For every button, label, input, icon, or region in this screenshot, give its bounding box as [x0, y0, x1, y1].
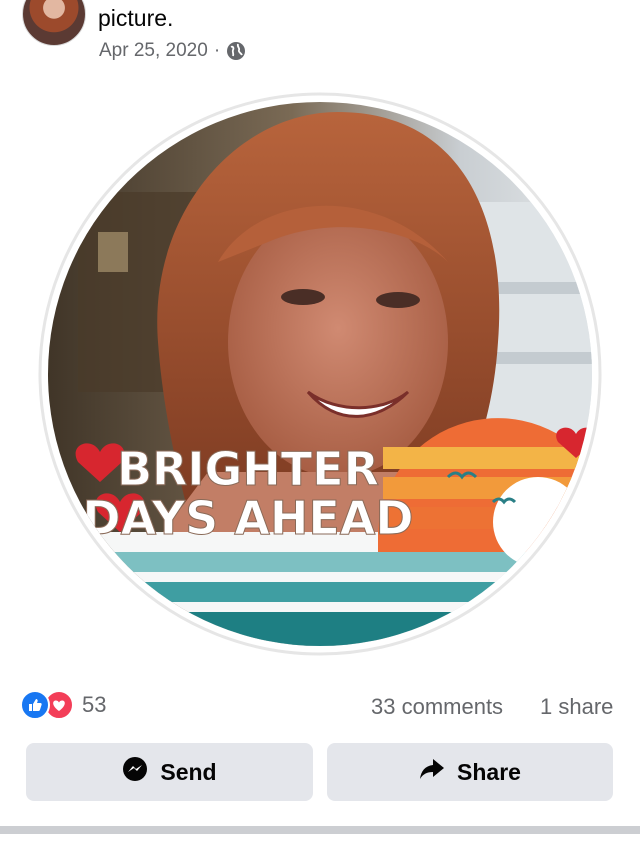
reactions-summary[interactable]: 53 [20, 690, 106, 720]
share-arrow-icon [419, 757, 445, 787]
share-label: Share [457, 758, 521, 785]
share-button[interactable]: Share [327, 743, 613, 801]
profile-picture-frame[interactable]: BRIGHTER DAYS AHEAD [38, 92, 602, 656]
frame-text-line1: BRIGHTER [117, 442, 379, 496]
meta-separator: · [213, 40, 221, 61]
photo-graphic: BRIGHTER DAYS AHEAD [38, 92, 602, 656]
post-date[interactable]: Apr 25, 2020 [99, 40, 208, 62]
comments-count-link[interactable]: 33 comments [371, 694, 503, 720]
like-icon [20, 690, 50, 720]
post-stats: 53 33 comments 1 share [0, 686, 640, 726]
post-meta: Apr 25, 2020 · [99, 40, 246, 62]
post-text: picture. [98, 5, 174, 31]
reaction-count: 53 [82, 692, 107, 717]
send-button[interactable]: Send [26, 743, 313, 801]
frame-text-line2: DAYS AHEAD [82, 491, 413, 545]
post-header: picture. Apr 25, 2020 · [0, 0, 640, 80]
send-label: Send [160, 758, 217, 785]
messenger-icon [122, 756, 148, 788]
globe-icon[interactable] [226, 41, 246, 61]
section-divider [0, 826, 640, 834]
avatar[interactable] [22, 0, 86, 46]
shares-count-link[interactable]: 1 share [540, 694, 613, 720]
